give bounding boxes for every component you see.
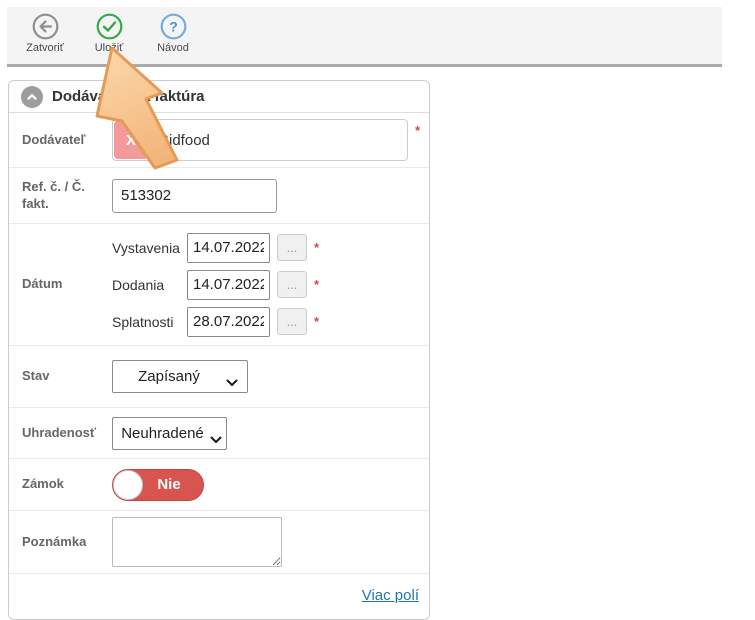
status-select-value: Zapísaný (138, 368, 200, 385)
status-select[interactable]: Zapísaný (112, 360, 248, 393)
supplier-label: Dodávateľ (22, 132, 112, 148)
panel-footer: Viac polí (9, 574, 429, 604)
delivery-date-label: Dodania (112, 277, 187, 293)
close-button[interactable]: Zatvoriť (19, 13, 71, 54)
help-button-label: Návod (157, 42, 189, 54)
chevron-down-icon (226, 374, 238, 391)
due-date-label: Splatnosti (112, 314, 187, 330)
delivery-date-picker-button[interactable]: ... (277, 271, 307, 298)
lock-toggle-value: Nie (143, 476, 203, 493)
form-row-supplier: Dodávateľ X Bidfood * (9, 113, 429, 168)
delivery-date-input[interactable] (187, 270, 270, 300)
required-marker: * (415, 123, 420, 138)
form-row-status: Stav Zapísaný (9, 346, 429, 408)
note-textarea[interactable] (112, 517, 282, 567)
required-marker: * (314, 314, 319, 329)
more-fields-link[interactable]: Viac polí (362, 587, 419, 604)
form-row-dates: Dátum Vystavenia ... * Dodania ... * Spl… (9, 224, 429, 346)
form-row-lock: Zámok Nie (9, 459, 429, 511)
supplier-input[interactable]: X Bidfood (112, 119, 408, 161)
help-button[interactable]: ? Návod (147, 13, 199, 54)
collapse-button[interactable] (21, 86, 43, 108)
save-button-label: Uložiť (95, 42, 124, 54)
clear-supplier-button[interactable]: X (114, 121, 148, 159)
note-label: Poznámka (22, 534, 112, 550)
check-icon (96, 13, 123, 40)
supplier-value: Bidfood (159, 132, 210, 149)
issued-date-input[interactable] (187, 233, 270, 263)
toolbar: Zatvoriť Uložiť ? Návod (7, 7, 722, 67)
date-row-issued: Vystavenia ... * (112, 233, 319, 263)
chevron-down-icon (210, 431, 222, 448)
panel-title: Dodávateľská faktúra (52, 88, 205, 105)
question-icon: ? (160, 13, 187, 40)
payment-select-value: Neuhradené (121, 425, 204, 442)
paid-label: Uhradenosť (22, 425, 112, 441)
ref-input[interactable] (112, 179, 277, 213)
status-label: Stav (22, 368, 112, 384)
panel-header: Dodávateľská faktúra (9, 81, 429, 113)
required-marker: * (314, 277, 319, 292)
payment-select[interactable]: Neuhradené (112, 417, 227, 450)
svg-text:?: ? (169, 19, 178, 35)
ref-label: Ref. č. / Č. fakt. (22, 179, 112, 212)
issued-date-picker-button[interactable]: ... (277, 234, 307, 261)
invoice-form-panel: Dodávateľská faktúra Dodávateľ X Bidfood… (8, 80, 430, 620)
save-button[interactable]: Uložiť (83, 13, 135, 54)
date-row-delivery: Dodania ... * (112, 270, 319, 300)
lock-toggle[interactable]: Nie (112, 469, 204, 501)
close-button-label: Zatvoriť (26, 42, 64, 54)
date-row-due: Splatnosti ... * (112, 307, 319, 337)
form-row-note: Poznámka (9, 511, 429, 574)
chevron-up-icon (25, 90, 39, 104)
lock-label: Zámok (22, 476, 112, 492)
toggle-knob (113, 470, 143, 500)
date-fields-group: Vystavenia ... * Dodania ... * Splatnost… (112, 229, 319, 340)
due-date-input[interactable] (187, 307, 270, 337)
issued-date-label: Vystavenia (112, 240, 187, 256)
due-date-picker-button[interactable]: ... (277, 308, 307, 335)
date-label: Dátum (22, 276, 112, 292)
form-row-ref: Ref. č. / Č. fakt. (9, 168, 429, 224)
required-marker: * (314, 240, 319, 255)
form-row-paid: Uhradenosť Neuhradené (9, 408, 429, 459)
back-arrow-icon (32, 13, 59, 40)
